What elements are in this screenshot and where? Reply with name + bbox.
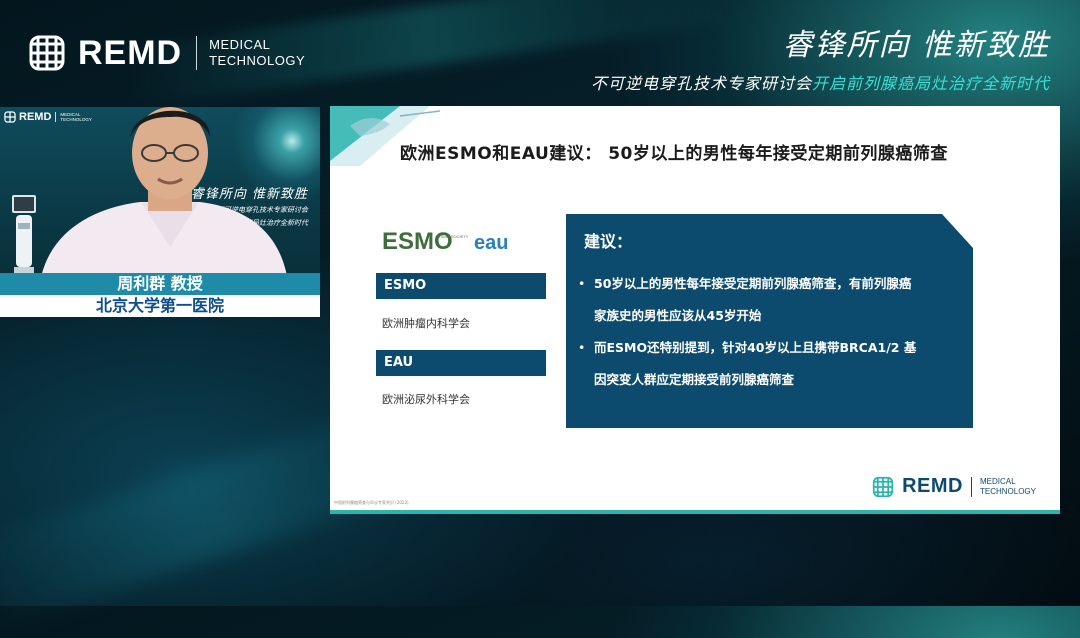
- recommendation-box: 建议： 50岁以上的男性每年接受定期前列腺癌筛查，有前列腺癌家族史的男性应该从4…: [566, 214, 973, 428]
- recommendation-title: 建议：: [584, 232, 633, 251]
- esmo-logo-subtext: ESMO SOCIETY: [438, 234, 469, 239]
- slide-brand-divider: [970, 476, 972, 497]
- recommendation-item: 而ESMO还特别提到，针对40岁以上且携带BRCA1/2 基因突变人群应定期接受…: [578, 332, 958, 396]
- slide-bottom-accent: [330, 510, 1060, 514]
- recommendation-line: 因突变人群应定期接受前列腺癌筛查: [594, 372, 795, 387]
- speaker-name-title: 周利群 教授: [0, 273, 320, 295]
- brand-subtitle: MEDICAL TECHNOLOGY: [209, 37, 305, 69]
- eau-logo-text: eau: [474, 232, 508, 254]
- speaker-caption: 周利群 教授 北京大学第一医院: [0, 273, 320, 317]
- brand-divider: [196, 36, 198, 70]
- slogan-subtitle-cyan: 开启前列腺癌局灶治疗全新时代: [811, 74, 1050, 93]
- brand-subtitle-line2: TECHNOLOGY: [209, 53, 306, 68]
- remd-knot-icon: [872, 476, 894, 497]
- remd-knot-icon: [29, 35, 65, 71]
- recommendation-line: 50岁以上的男性每年接受定期前列腺癌筛查，有前列腺癌: [594, 276, 912, 291]
- esmo-description: 欧洲肿瘤内科学会: [382, 317, 470, 330]
- slide-brand-logo: REMD MEDICAL TECHNOLOGY: [872, 475, 1036, 498]
- esmo-tag: ESMO: [376, 273, 546, 299]
- speaker-person-image: [40, 107, 288, 282]
- recommendation-list: 50岁以上的男性每年接受定期前列腺癌筛查，有前列腺癌家族史的男性应该从45岁开始…: [578, 268, 958, 396]
- slide-heading: 欧洲ESMO和EAU建议： 50岁以上的男性每年接受定期前列腺癌筛查: [400, 144, 948, 164]
- eau-tag: EAU: [376, 350, 546, 376]
- esmo-eau-logos: ESMO ESMO SOCIETY eau: [382, 228, 508, 255]
- recommendation-line: 而ESMO还特别提到，针对40岁以上且携带BRCA1/2 基: [594, 340, 917, 355]
- recommendation-item: 50岁以上的男性每年接受定期前列腺癌筛查，有前列腺癌家族史的男性应该从45岁开始: [578, 268, 958, 332]
- slide-brand-sub2: TECHNOLOGY: [979, 486, 1036, 496]
- slogan-subtitle: 不可逆电穿孔技术专家研讨会开启前列腺癌局灶治疗全新时代: [591, 70, 1050, 94]
- slogan-subtitle-white: 不可逆电穿孔技术专家研讨会: [590, 74, 812, 93]
- speaker-hospital: 北京大学第一医院: [95, 296, 224, 315]
- slide-brand-sub1: MEDICAL: [979, 476, 1016, 486]
- brand-name: REMD: [78, 33, 183, 72]
- esmo-logo-text: ESMO: [382, 228, 453, 255]
- event-slogan: 睿锋所向 惟新致胜 不可逆电穿孔技术专家研讨会开启前列腺癌局灶治疗全新时代: [591, 20, 1050, 94]
- slogan-main: 睿锋所向 惟新致胜: [782, 28, 1050, 63]
- slide-brand-name: REMD: [902, 475, 963, 497]
- brand-subtitle-line1: MEDICAL: [209, 37, 271, 52]
- event-brand-logo: REMD MEDICAL TECHNOLOGY: [28, 34, 305, 72]
- recommendation-line: 家族史的男性应该从45岁开始: [594, 308, 762, 323]
- slide-brand-subtitle: MEDICAL TECHNOLOGY: [980, 477, 1036, 497]
- presentation-slide: 欧洲ESMO和EAU建议： 50岁以上的男性每年接受定期前列腺癌筛查 ESMO …: [330, 106, 1060, 514]
- remd-knot-icon: [4, 111, 16, 123]
- slide-footnote: 中国前列腺癌筛查与早诊专家共识 (2022): [334, 500, 409, 505]
- eau-description: 欧洲泌尿外科学会: [382, 393, 470, 406]
